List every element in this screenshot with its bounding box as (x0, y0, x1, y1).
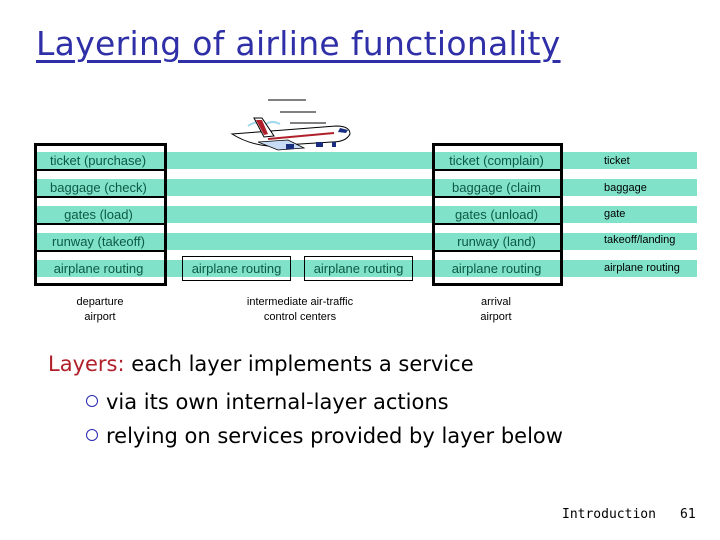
layer-name-takeoff-landing: takeoff/landing (604, 234, 676, 246)
bullet-item: relying on services provided by layer be… (86, 424, 563, 448)
layers-keyword: Layers: (48, 352, 125, 376)
departure-layer-gates: gates (load) (64, 207, 133, 222)
arrival-caption-line1: arrival (481, 296, 511, 308)
departure-layer-ticket: ticket (purchase) (50, 153, 147, 168)
page-number: 61 (680, 507, 696, 522)
bullet-text: relying on services provided by layer be… (106, 424, 563, 448)
bullet-text: via its own internal-layer actions (106, 390, 449, 414)
layer-divider (37, 196, 164, 198)
departure-layer-runway: runway (takeoff) (52, 234, 145, 249)
arrival-layer-runway: runway (land) (457, 234, 536, 249)
arrival-layer-gates: gates (unload) (454, 207, 539, 222)
arrival-layer-ticket: ticket (complain) (449, 153, 544, 168)
intermediate-routing-label-1: airplane routing (191, 261, 282, 276)
layers-definition: Layers: each layer implements a service (48, 352, 474, 376)
slide-title: Layering of airline functionality (36, 24, 561, 63)
departure-layer-baggage: baggage (check) (50, 180, 147, 195)
intermediate-caption: intermediate air-traffic control centers (220, 295, 380, 325)
bullet-item: via its own internal-layer actions (86, 390, 449, 414)
arrival-layer-baggage: baggage (claim (452, 180, 541, 195)
circle-bullet-icon (86, 395, 98, 407)
layer-divider (435, 250, 560, 252)
layer-divider (435, 169, 560, 171)
layer-name-baggage: baggage (604, 182, 647, 194)
layer-divider (435, 223, 560, 225)
layer-name-airplane-routing: airplane routing (604, 262, 680, 274)
layers-definition-text: each layer implements a service (124, 352, 474, 376)
airplane-icon (230, 99, 351, 151)
layer-divider (37, 250, 164, 252)
departure-caption: departure airport (50, 295, 150, 325)
footer-section: Introduction (562, 507, 656, 522)
departure-layer-routing: airplane routing (53, 261, 144, 276)
layer-name-gate: gate (604, 208, 626, 220)
layer-name-ticket: ticket (604, 155, 630, 167)
arrival-layer-routing: airplane routing (451, 261, 542, 276)
arrival-caption-line2: airport (480, 311, 512, 323)
departure-caption-line2: airport (84, 311, 116, 323)
intermediate-routing-label-2: airplane routing (313, 261, 404, 276)
layer-divider (37, 169, 164, 171)
intermediate-caption-line1: intermediate air-traffic (246, 296, 354, 308)
circle-bullet-icon (86, 429, 98, 441)
arrival-caption: arrival airport (446, 295, 546, 325)
intermediate-caption-line2: control centers (263, 311, 337, 323)
layer-divider (435, 196, 560, 198)
departure-caption-line1: departure (76, 296, 124, 308)
layer-divider (37, 223, 164, 225)
